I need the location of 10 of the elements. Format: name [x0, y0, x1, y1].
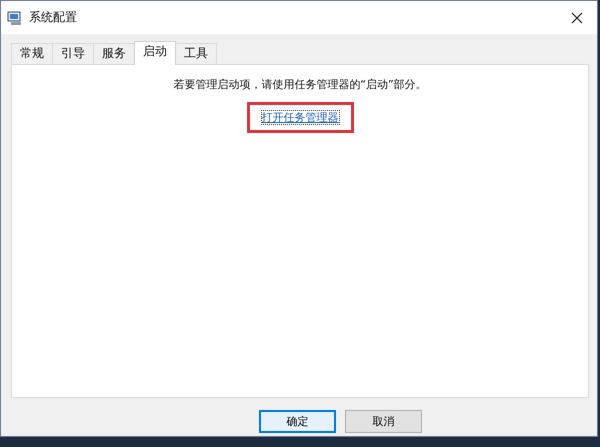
window-title: 系统配置: [29, 9, 77, 26]
close-icon[interactable]: [571, 12, 583, 24]
tab[interactable]: 工具: [175, 43, 217, 64]
info-text: 若要管理启动项，请使用任务管理器的“启动”部分。: [173, 77, 427, 92]
tab[interactable]: 常规: [11, 43, 53, 64]
dialog-button[interactable]: 取消: [345, 410, 422, 433]
task-manager-link[interactable]: 打开任务管理器: [262, 111, 338, 124]
dialog-button[interactable]: 确定: [259, 410, 336, 433]
computer-icon: [7, 10, 23, 26]
tab[interactable]: 启动: [134, 41, 176, 65]
